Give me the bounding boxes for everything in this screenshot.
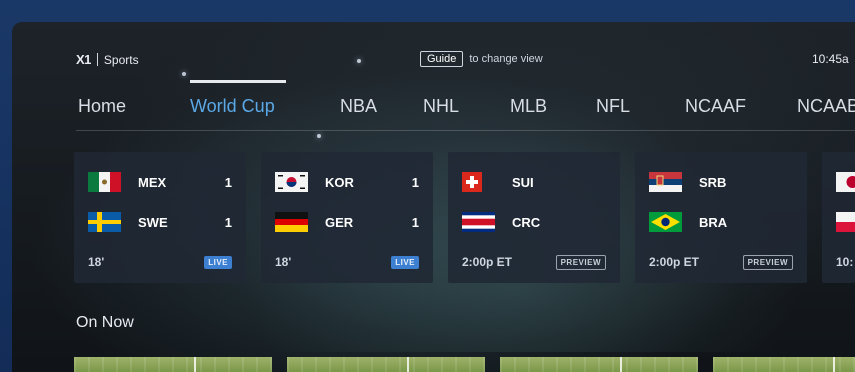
tab-nhl[interactable]: NHL	[423, 96, 459, 117]
match-footer: 2:00p ET PREVIEW	[649, 254, 793, 270]
logo-label: Sports	[103, 52, 139, 67]
tab-home[interactable]: Home	[78, 96, 126, 117]
team-row	[836, 212, 855, 232]
active-tab-indicator	[190, 80, 286, 83]
guide-hint: Guide to change view	[420, 51, 543, 67]
goal-post	[833, 357, 835, 372]
tabs-divider	[76, 130, 855, 131]
match-footer: 18' LIVE	[275, 254, 419, 270]
team-code: KOR	[325, 174, 354, 190]
on-now-thumbnail[interactable]	[500, 357, 698, 372]
on-now-thumbnail[interactable]	[287, 357, 485, 372]
tab-ncaaf[interactable]: NCAAF	[685, 96, 746, 117]
x1-logo: X1	[76, 52, 91, 67]
goal-post	[407, 357, 409, 372]
team-code: GER	[325, 214, 354, 230]
match-footer: 2:00p ET PREVIEW	[462, 254, 606, 270]
team-row: KOR 1	[275, 172, 419, 192]
clock: 10:45a	[812, 52, 849, 66]
tab-mlb[interactable]: MLB	[510, 96, 547, 117]
tab-nfl[interactable]: NFL	[596, 96, 630, 117]
floodlight-dot	[317, 134, 321, 138]
team-row: SWE 1	[88, 212, 232, 232]
match-time: 10:	[836, 255, 854, 269]
team-row	[836, 172, 855, 192]
south-korea-flag-icon	[275, 172, 308, 192]
match-footer: 10:	[836, 254, 853, 270]
tab-ncaab[interactable]: NCAAB	[797, 96, 855, 117]
match-time: 18'	[275, 255, 292, 269]
team-row: SUI	[462, 172, 606, 192]
goal-post	[194, 357, 196, 372]
guide-key-button[interactable]: Guide	[420, 51, 464, 67]
germany-flag-icon	[275, 212, 308, 232]
match-footer: 18' LIVE	[88, 254, 232, 270]
costa-rica-flag-icon	[462, 212, 495, 232]
xfinity-sports-logo: X1 Sports	[76, 52, 139, 67]
guide-hint-text: to change view	[469, 53, 543, 65]
brazil-flag-icon	[649, 212, 682, 232]
team-row: CRC	[462, 212, 606, 232]
match-time: 2:00p ET	[462, 255, 513, 269]
top-bar: X1 Sports Guide to change view 10:45a	[12, 49, 855, 69]
team-row: SRB	[649, 172, 793, 192]
match-card-sui-crc[interactable]: SUI CRC 2:00p ET PREVIEW	[448, 152, 620, 283]
match-card-jpn-pol[interactable]: 10:	[822, 152, 855, 283]
team-code: SUI	[512, 174, 534, 190]
japan-flag-icon	[836, 172, 855, 192]
team-code: BRA	[699, 214, 728, 230]
serbia-flag-icon	[649, 172, 682, 192]
match-card-mex-swe[interactable]: MEX 1 SWE 1 18' LIVE	[74, 152, 246, 283]
team-row: GER 1	[275, 212, 419, 232]
goal-post	[620, 357, 622, 372]
logo-divider	[96, 53, 98, 66]
category-tabs: Home World Cup NBA NHL MLB NFL NCAAF NCA…	[12, 96, 855, 128]
match-time: 18'	[88, 255, 105, 269]
match-time: 2:00p ET	[649, 255, 700, 269]
match-card-kor-ger[interactable]: KOR 1 GER 1 18' LIVE	[261, 152, 433, 283]
floodlight-dot	[182, 72, 186, 76]
switzerland-flag-icon	[462, 172, 482, 192]
team-score: 1	[411, 174, 419, 190]
on-now-thumbnail[interactable]	[74, 357, 272, 372]
team-score: 1	[224, 214, 232, 230]
sweden-flag-icon	[88, 212, 121, 232]
team-code: SWE	[138, 214, 168, 230]
match-card-srb-bra[interactable]: SRB BRA 2:00p ET PREVIEW	[635, 152, 807, 283]
team-code: CRC	[512, 214, 541, 230]
team-score: 1	[411, 214, 419, 230]
preview-badge: PREVIEW	[742, 254, 793, 270]
team-score: 1	[224, 174, 232, 190]
on-now-heading: On Now	[76, 314, 134, 331]
tab-nba[interactable]: NBA	[340, 96, 377, 117]
on-now-thumbnail[interactable]	[713, 357, 855, 372]
preview-badge: PREVIEW	[555, 254, 606, 270]
live-badge: LIVE	[391, 255, 419, 269]
live-badge: LIVE	[204, 255, 232, 269]
poland-flag-icon	[836, 212, 855, 232]
mexico-flag-icon	[88, 172, 121, 192]
team-row: BRA	[649, 212, 793, 232]
team-row: MEX 1	[88, 172, 232, 192]
tv-screen: X1 Sports Guide to change view 10:45a Ho…	[12, 22, 855, 372]
team-code: MEX	[138, 174, 167, 190]
tab-world-cup[interactable]: World Cup	[190, 96, 275, 117]
team-code: SRB	[699, 174, 727, 190]
